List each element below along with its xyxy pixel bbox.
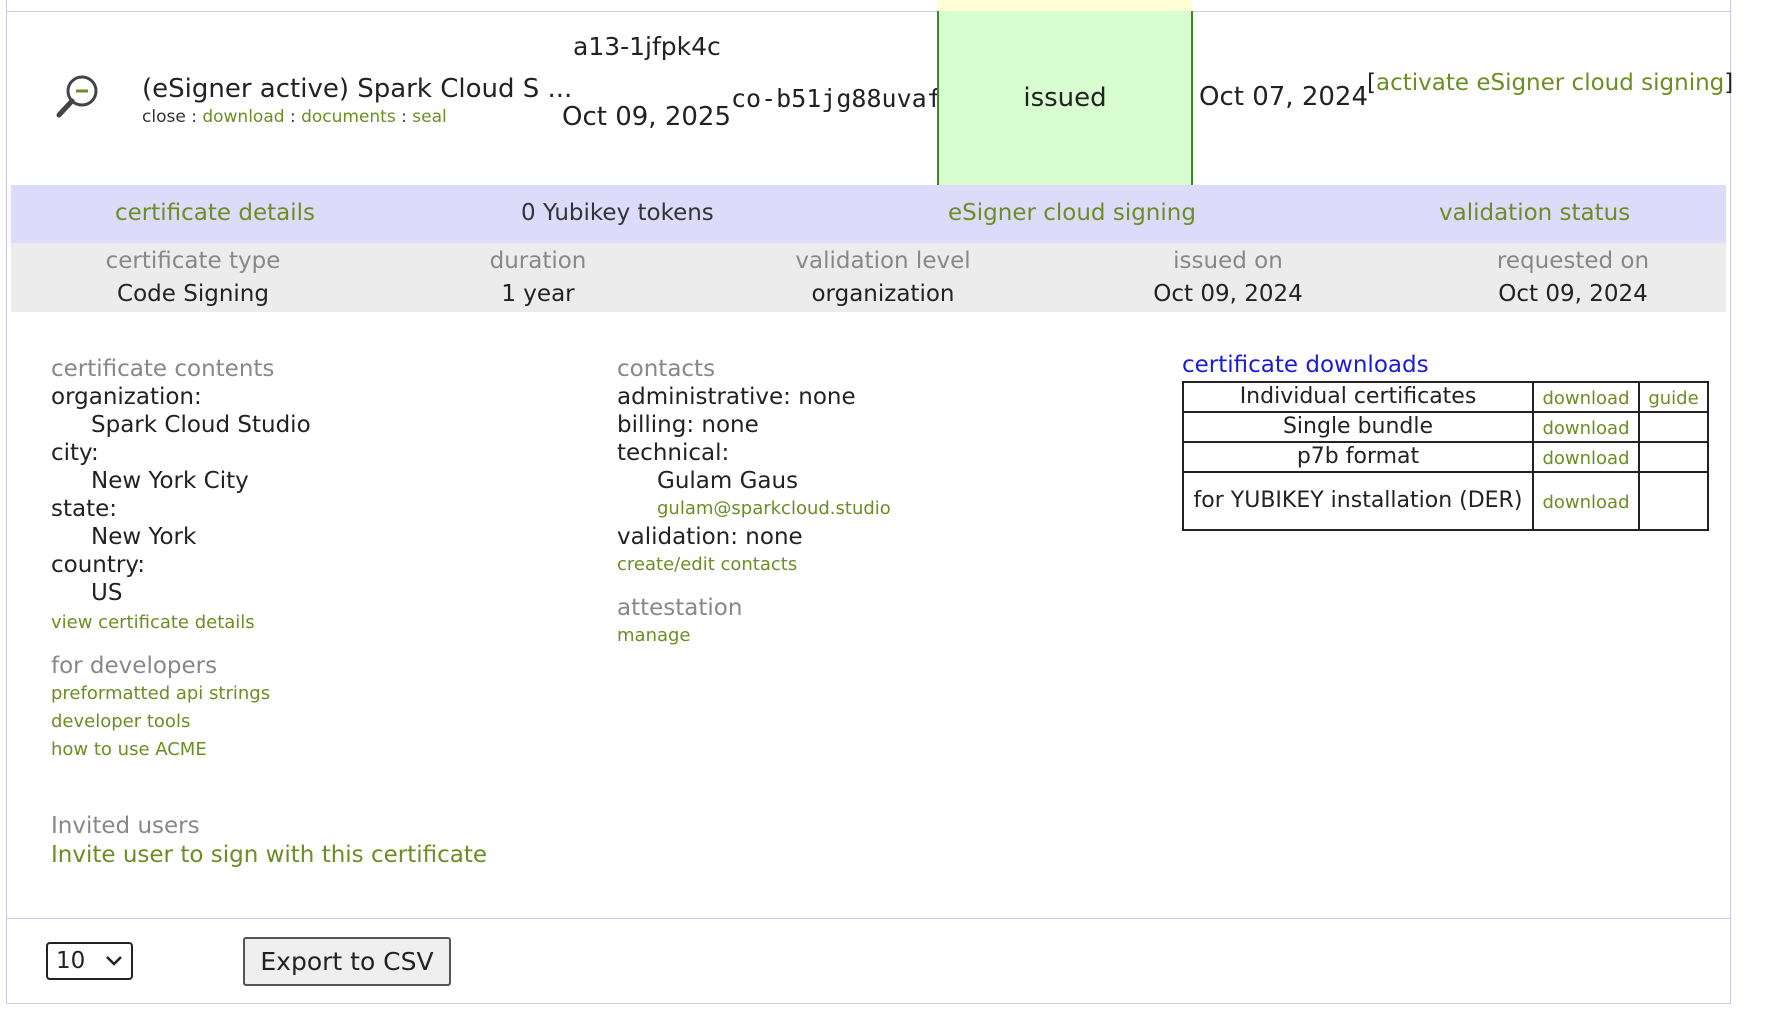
page-size-select[interactable]: 10 — [46, 942, 133, 980]
summary-value: Oct 09, 2024 — [1498, 281, 1648, 307]
contacts: contacts administrative: none billing: n… — [617, 355, 891, 579]
activate-esigner-link[interactable]: activate eSigner cloud signing — [1376, 70, 1724, 96]
separator: : — [289, 107, 296, 127]
download-link[interactable]: download — [202, 107, 284, 127]
details-tab-bar: certificate details 0 Yubikey tokens eSi… — [11, 185, 1726, 243]
summary-certificate-type: certificate type Code Signing — [43, 243, 343, 307]
status-badge: issued — [1023, 83, 1107, 113]
download-link[interactable]: download — [1542, 492, 1629, 513]
export-csv-button[interactable]: Export to CSV — [243, 937, 451, 986]
separator: : — [401, 107, 407, 127]
technical-contact-name: Gulam Gaus — [657, 468, 799, 494]
expiry-date: Oct 09, 2025 — [562, 102, 731, 132]
invited-users-heading: Invited users — [51, 813, 200, 839]
field-value: Spark Cloud Studio — [91, 412, 311, 438]
invite-user-link[interactable]: Invite user to sign with this certificat… — [51, 842, 487, 868]
tab-certificate-details[interactable]: certificate details — [115, 200, 315, 226]
empty-cell — [1638, 471, 1709, 531]
documents-link[interactable]: documents — [301, 107, 396, 127]
summary-requested-on: requested on Oct 09, 2024 — [1423, 243, 1723, 307]
summary-validation-level: validation level organization — [733, 243, 1033, 307]
status-cell: issued — [937, 11, 1193, 185]
footer-divider — [6, 918, 1731, 919]
field-value: New York City — [91, 468, 249, 494]
field-value: New York — [91, 524, 197, 550]
close-label: close : — [142, 107, 197, 127]
field-label: country: — [51, 552, 146, 578]
certificate-contents: certificate contents organization: Spark… — [51, 355, 311, 637]
technical-label: technical: — [617, 440, 730, 466]
table-row: Single bundle download — [1182, 411, 1709, 443]
download-link[interactable]: download — [1542, 448, 1629, 469]
summary-value: organization — [811, 281, 955, 307]
section-heading: certificate contents — [51, 356, 275, 382]
validation-contact: validation: none — [617, 524, 803, 550]
download-link[interactable]: download — [1542, 388, 1629, 409]
summary-header: duration — [489, 248, 587, 274]
tab-validation-status[interactable]: validation status — [1439, 200, 1630, 226]
section-heading: contacts — [617, 356, 716, 382]
bracket-close: ] — [1724, 70, 1734, 96]
edit-contacts-link[interactable]: create/edit contacts — [617, 551, 891, 579]
certificate-ref-code: co-b51jg88uvaf — [731, 84, 942, 113]
summary-value: 1 year — [501, 281, 575, 307]
table-row: for YUBIKEY installation (DER) download — [1182, 471, 1709, 531]
summary-header: certificate type — [105, 248, 281, 274]
empty-cell — [1638, 411, 1709, 443]
field-label: city: — [51, 440, 99, 466]
attestation-manage-link[interactable]: manage — [617, 622, 742, 650]
summary-value: Oct 09, 2024 — [1153, 281, 1303, 307]
summary-duration: duration 1 year — [388, 243, 688, 307]
field-label: state: — [51, 496, 118, 522]
certificate-name: (eSigner active) Spark Cloud S ... — [142, 74, 573, 104]
activate-esigner: [activate eSigner cloud signing] — [1367, 70, 1733, 96]
developer-tools-link[interactable]: developer tools — [51, 708, 270, 736]
field-value: US — [91, 580, 123, 606]
summary-header: requested on — [1496, 248, 1650, 274]
section-heading: for developers — [51, 653, 218, 679]
for-developers: for developers preformatted api strings … — [51, 652, 270, 764]
section-heading: attestation — [617, 595, 743, 621]
certificate-downloads-heading[interactable]: certificate downloads — [1182, 352, 1429, 378]
tab-esigner-cloud-signing[interactable]: eSigner cloud signing — [948, 200, 1196, 226]
chevron-down-icon — [106, 956, 122, 966]
page-size-value: 10 — [56, 948, 86, 974]
download-name: Individual certificates — [1182, 381, 1534, 413]
attestation: attestation manage — [617, 594, 742, 650]
summary-header: issued on — [1173, 248, 1283, 274]
download-name: Single bundle — [1182, 411, 1534, 443]
summary-issued-on: issued on Oct 09, 2024 — [1078, 243, 1378, 307]
bracket-open: [ — [1367, 70, 1376, 96]
guide-link[interactable]: guide — [1648, 388, 1698, 409]
table-row: p7b format download — [1182, 441, 1709, 473]
certificate-summary: certificate type Code Signing duration 1… — [11, 243, 1726, 312]
administrative-contact: administrative: none — [617, 384, 856, 410]
toggle-details-icon[interactable] — [52, 72, 102, 122]
download-name: for YUBIKEY installation (DER) — [1182, 471, 1534, 531]
previous-row-status-cell — [937, 0, 1192, 11]
issued-date: Oct 07, 2024 — [1199, 82, 1368, 112]
summary-header: validation level — [795, 248, 971, 274]
acme-howto-link[interactable]: how to use ACME — [51, 736, 270, 764]
downloads-table: Individual certificates download guide S… — [1182, 381, 1709, 531]
order-number: a13-1jfpk4c — [573, 32, 721, 61]
technical-contact-email[interactable]: gulam@sparkcloud.studio — [657, 498, 891, 519]
row-divider — [6, 11, 1731, 12]
table-row: Individual certificates download guide — [1182, 381, 1709, 413]
row-actions: close : download : documents : seal — [142, 107, 447, 127]
empty-cell — [1638, 441, 1709, 473]
download-link[interactable]: download — [1542, 418, 1629, 439]
seal-link[interactable]: seal — [412, 107, 446, 127]
tab-yubikey-tokens[interactable]: 0 Yubikey tokens — [521, 200, 714, 226]
summary-value: Code Signing — [117, 281, 269, 307]
view-certificate-details-link[interactable]: view certificate details — [51, 609, 311, 637]
download-name: p7b format — [1182, 441, 1534, 473]
field-label: organization: — [51, 384, 202, 410]
api-strings-link[interactable]: preformatted api strings — [51, 680, 270, 708]
billing-contact: billing: none — [617, 412, 759, 438]
